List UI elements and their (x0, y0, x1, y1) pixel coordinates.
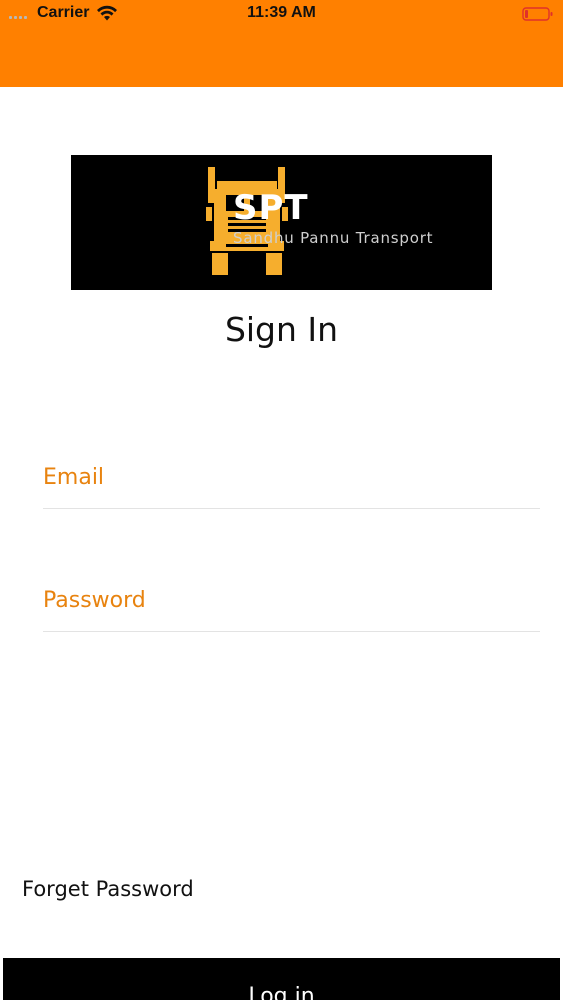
battery-low-icon (522, 7, 553, 21)
email-field-container (43, 448, 540, 509)
login-button-label: Log in (248, 984, 315, 1000)
login-button[interactable]: Log in (3, 958, 560, 1000)
password-input[interactable] (43, 571, 540, 629)
status-time: 11:39 AM (247, 4, 316, 21)
logo-subtitle: Sandhu Pannu Transport (233, 229, 434, 247)
logo-title: SPT (233, 188, 309, 228)
password-field-container (43, 571, 540, 632)
status-bar: Carrier 11:39 AM (0, 0, 563, 28)
app-header-bar: Carrier 11:39 AM (0, 0, 563, 87)
page-title: Sign In (224, 310, 339, 349)
forget-password-link[interactable]: Forget Password (22, 877, 194, 901)
email-input[interactable] (43, 448, 540, 506)
